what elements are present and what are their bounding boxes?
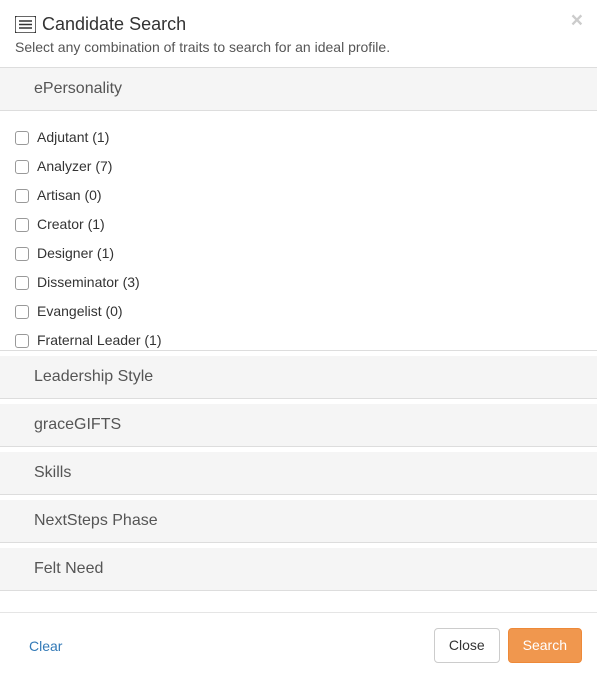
checkbox[interactable] <box>15 305 29 319</box>
checkbox[interactable] <box>15 218 29 232</box>
trait-label: Artisan (0) <box>37 185 102 206</box>
trait-item[interactable]: Evangelist (0) <box>15 297 582 326</box>
trait-item[interactable]: Artisan (0) <box>15 181 582 210</box>
trait-label: Fraternal Leader (1) <box>37 330 162 351</box>
accordion-header-epersonality[interactable]: ePersonality <box>0 68 597 111</box>
accordion-header-gracegifts[interactable]: graceGIFTS <box>0 404 597 447</box>
close-icon[interactable]: × <box>571 10 583 31</box>
accordion-header-skills[interactable]: Skills <box>0 452 597 495</box>
accordion-label: NextSteps Phase <box>34 512 158 529</box>
checkbox[interactable] <box>15 160 29 174</box>
accordion-label: graceGIFTS <box>34 416 121 433</box>
clear-link[interactable]: Clear <box>29 638 62 654</box>
accordion-header-nextsteps-phase[interactable]: NextSteps Phase <box>0 500 597 543</box>
trait-item[interactable]: Fraternal Leader (1) <box>15 326 582 351</box>
accordion-label: Skills <box>34 464 71 481</box>
checkbox[interactable] <box>15 334 29 348</box>
accordion-label: Leadership Style <box>34 368 153 385</box>
checkbox[interactable] <box>15 247 29 261</box>
trait-label: Adjutant (1) <box>37 127 109 148</box>
accordion: ePersonality Adjutant (1) Analyzer (7) Art… <box>0 67 597 591</box>
checkbox[interactable] <box>15 189 29 203</box>
checkbox[interactable] <box>15 276 29 290</box>
close-button[interactable]: Close <box>434 628 500 663</box>
trait-label: Evangelist (0) <box>37 301 123 322</box>
checkbox[interactable] <box>15 131 29 145</box>
trait-item[interactable]: Designer (1) <box>15 239 582 268</box>
accordion-body-epersonality: Adjutant (1) Analyzer (7) Artisan (0) Creat… <box>0 111 597 351</box>
trait-item[interactable]: Disseminator (3) <box>15 268 582 297</box>
modal-footer: Clear Close Search <box>0 612 597 678</box>
list-icon <box>15 16 36 33</box>
accordion-label: ePersonality <box>34 80 122 97</box>
modal-header: Candidate Search Select any combination … <box>0 0 597 67</box>
trait-label: Designer (1) <box>37 243 114 264</box>
trait-item[interactable]: Analyzer (7) <box>15 152 582 181</box>
accordion-header-leadership-style[interactable]: Leadership Style <box>0 356 597 399</box>
trait-label: Creator (1) <box>37 214 105 235</box>
trait-item[interactable]: Creator (1) <box>15 210 582 239</box>
accordion-label: Felt Need <box>34 560 103 577</box>
trait-label: Disseminator (3) <box>37 272 140 293</box>
accordion-header-felt-need[interactable]: Felt Need <box>0 548 597 591</box>
trait-label: Analyzer (7) <box>37 156 112 177</box>
modal-title: Candidate Search <box>42 14 186 35</box>
modal-subtitle: Select any combination of traits to sear… <box>15 39 582 55</box>
search-button[interactable]: Search <box>508 628 582 663</box>
trait-item[interactable]: Adjutant (1) <box>15 123 582 152</box>
